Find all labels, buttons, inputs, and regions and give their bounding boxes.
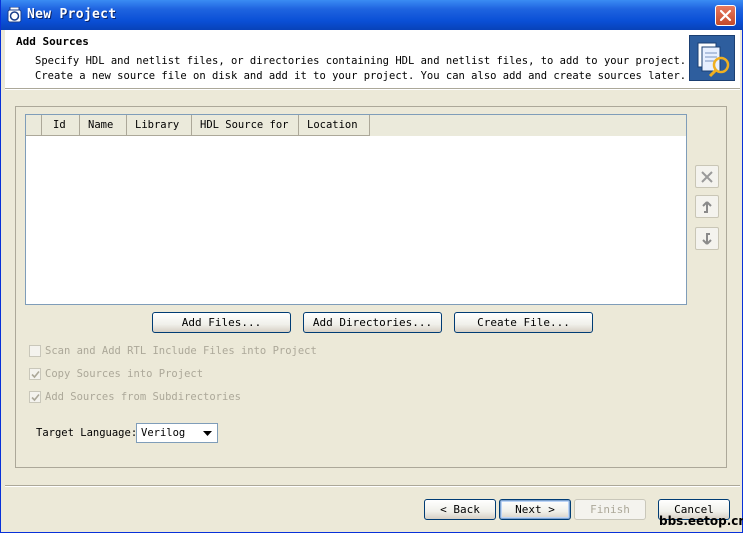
add-files-button[interactable]: Add Files... bbox=[152, 312, 291, 333]
column-header-library[interactable]: Library bbox=[127, 115, 192, 135]
copy-sources-checkbox[interactable] bbox=[29, 368, 41, 380]
wizard-header: Add Sources Specify HDL and netlist file… bbox=[5, 30, 740, 88]
arrow-down-icon bbox=[702, 233, 712, 245]
back-button[interactable]: < Back bbox=[424, 499, 496, 520]
checkmark-icon bbox=[31, 393, 40, 402]
close-icon bbox=[719, 9, 732, 22]
page-title: Add Sources bbox=[16, 35, 89, 48]
footer-divider bbox=[5, 485, 740, 487]
delete-icon bbox=[701, 171, 713, 183]
scan-rtl-include-checkbox[interactable] bbox=[29, 345, 41, 357]
remove-source-button[interactable] bbox=[695, 165, 719, 188]
watermark-text: bbs.eetop.cn bbox=[659, 514, 743, 528]
next-button[interactable]: Next > bbox=[499, 499, 571, 520]
table-header: Id Name Library HDL Source for Location bbox=[26, 115, 686, 136]
target-language-select[interactable]: Verilog bbox=[136, 423, 218, 443]
add-sources-icon bbox=[689, 35, 735, 81]
column-header-id[interactable]: Id bbox=[42, 115, 80, 135]
column-header-location[interactable]: Location bbox=[299, 115, 370, 135]
finish-button[interactable]: Finish bbox=[574, 499, 646, 520]
move-down-button[interactable] bbox=[695, 227, 719, 250]
move-up-button[interactable] bbox=[695, 195, 719, 218]
checkmark-icon bbox=[31, 370, 40, 379]
close-button[interactable] bbox=[715, 5, 736, 26]
column-header-hdl-source-for[interactable]: HDL Source for bbox=[192, 115, 299, 135]
dropdown-arrow-icon bbox=[203, 431, 212, 436]
column-header-name[interactable]: Name bbox=[80, 115, 127, 135]
app-icon bbox=[7, 7, 22, 23]
window-title: New Project bbox=[27, 7, 117, 22]
page-description-line-1: Specify HDL and netlist files, or direct… bbox=[35, 55, 687, 67]
arrow-up-icon bbox=[702, 201, 712, 213]
copy-sources-label: Copy Sources into Project bbox=[45, 368, 204, 380]
title-bar[interactable]: New Project bbox=[1, 0, 743, 30]
scan-rtl-include-label: Scan and Add RTL Include Files into Proj… bbox=[45, 345, 317, 357]
add-directories-button[interactable]: Add Directories... bbox=[303, 312, 442, 333]
header-divider bbox=[5, 88, 740, 90]
target-language-value: Verilog bbox=[141, 427, 186, 439]
new-project-dialog: New Project Add Sources Specify HDL and … bbox=[0, 0, 743, 533]
add-subdirectories-checkbox[interactable] bbox=[29, 391, 41, 403]
create-file-button[interactable]: Create File... bbox=[454, 312, 593, 333]
header-underline bbox=[26, 135, 370, 136]
row-selector-header bbox=[26, 115, 42, 135]
page-description-line-2: Create a new source file on disk and add… bbox=[35, 70, 687, 82]
target-language-label: Target Language: bbox=[36, 427, 138, 439]
sources-table[interactable]: Id Name Library HDL Source for Location bbox=[25, 114, 687, 305]
add-subdirectories-label: Add Sources from Subdirectories bbox=[45, 391, 241, 403]
